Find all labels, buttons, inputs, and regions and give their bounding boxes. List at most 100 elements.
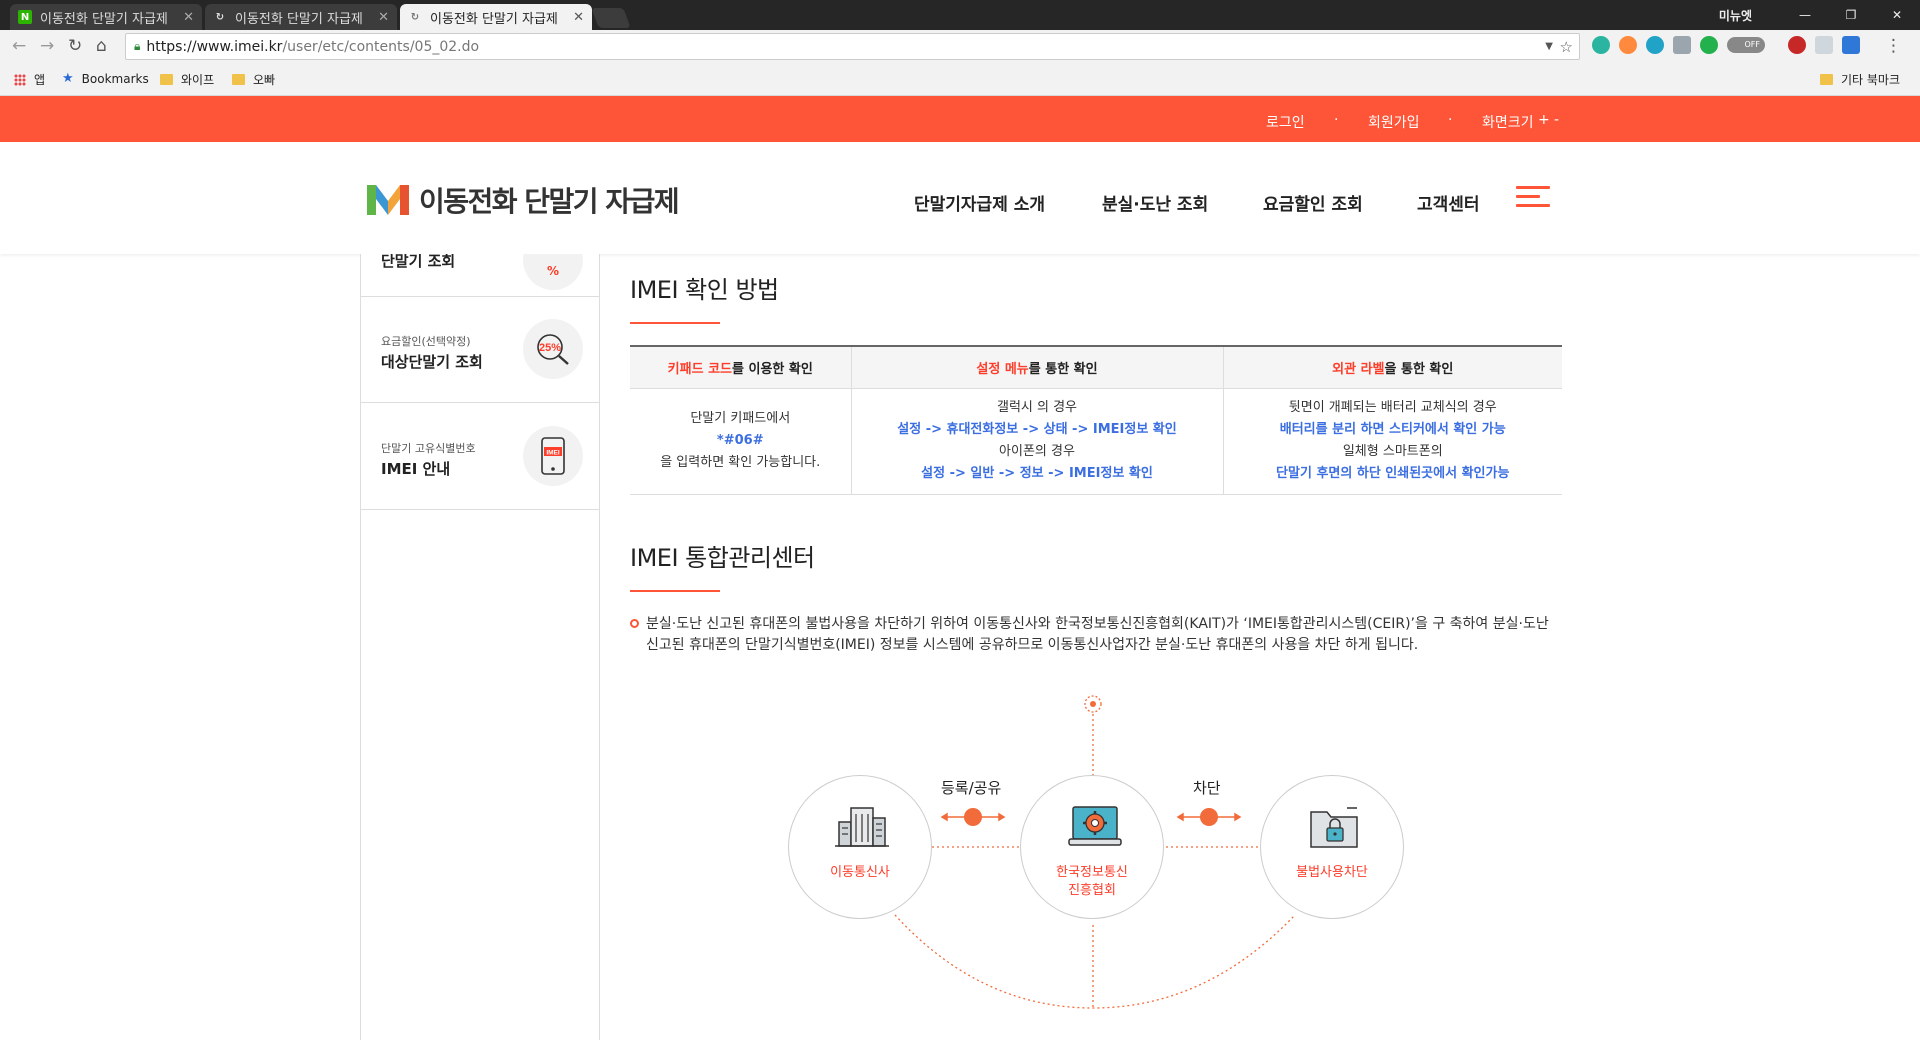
apps-bookmark[interactable]: 앱 — [14, 71, 45, 88]
folder-icon — [160, 74, 173, 85]
extension-red-icon[interactable] — [1788, 36, 1806, 54]
phone-search-icon: % — [523, 254, 583, 290]
node-block: 불법사용차단 — [1260, 775, 1404, 919]
naver-n-icon: N — [18, 10, 32, 24]
browser-tabstrip: N 이동전화 단말기 자급제 ✕ ↻ 이동전화 단말기 자급제 ✕ ↻ 이동전화… — [0, 0, 1920, 30]
browser-menu-icon[interactable]: ⋮ — [1885, 36, 1902, 56]
folder-other-bookmarks[interactable]: 기타 북마크 — [1820, 71, 1900, 88]
node-kait: 한국정보통신 진흥협회 — [1020, 775, 1164, 919]
download-icon[interactable] — [1673, 36, 1691, 54]
bookmarks-label: Bookmarks — [81, 71, 149, 86]
folder-brother[interactable]: 오빠 — [232, 71, 275, 88]
imei-phone-icon: IMEI — [523, 426, 583, 486]
node-label: 이동통신사 — [830, 865, 890, 880]
back-icon[interactable]: ← — [12, 36, 26, 56]
hamburger-menu-icon[interactable] — [1516, 186, 1550, 208]
title-underline — [630, 590, 720, 592]
utility-bar: 로그인 · 회원가입 · 화면크기 + - — [0, 96, 1920, 142]
building-icon — [835, 807, 889, 847]
sidebar-item-label: 대상단말기 조회 — [381, 353, 483, 371]
bullet-icon — [630, 619, 639, 628]
browser-toolbar: ← → ↻ ⌂ 🔒︎ https://www.imei.kr/user/etc/… — [0, 30, 1920, 64]
svg-text:25%: 25% — [539, 342, 561, 354]
svg-text:IMEI: IMEI — [546, 450, 560, 457]
imei-code: *#06# — [716, 433, 764, 448]
folder-icon — [1820, 74, 1833, 85]
apps-grid-icon — [14, 73, 26, 86]
zoom-out-button[interactable]: - — [1554, 112, 1559, 128]
close-window-icon[interactable]: ✕ — [1874, 8, 1920, 22]
locked-folder-icon — [1310, 807, 1358, 848]
imei-method-table: 키패드 코드를 이용한 확인 설정 메뉴를 통한 확인 외관 라벨을 통한 확인… — [630, 345, 1562, 495]
sidebar-item-label: 단말기 조회 — [381, 254, 456, 270]
bookmarks-bar: 앱 ★ Bookmarks 와이프 오빠 기타 북마크 — [0, 64, 1920, 96]
reload-icon[interactable]: ↻ — [68, 36, 82, 56]
home-icon[interactable]: ⌂ — [96, 36, 107, 56]
sidebar: 단말기 조회 % 요금할인(선택약정) 대상단말기 조회 25% 단말기 고유식… — [360, 254, 600, 1040]
separator: · — [1334, 112, 1339, 128]
login-link[interactable]: 로그인 — [1266, 112, 1305, 132]
new-tab-button[interactable] — [591, 8, 631, 28]
browser-tab-1[interactable]: N 이동전화 단말기 자급제 ✕ — [10, 4, 202, 30]
nav-customer-center[interactable]: 고객센터 — [1417, 190, 1480, 215]
bookmarks-item[interactable]: ★ Bookmarks — [62, 71, 149, 86]
folder-label: 와이프 — [181, 73, 215, 87]
profile-name[interactable]: 미뉴엣 — [1719, 7, 1752, 24]
cast-icon[interactable] — [1815, 36, 1833, 54]
table-cell-settings: 갤럭시 의 경우 설정 -> 휴대전화정보 -> 상태 -> IMEI정보 확인… — [850, 388, 1223, 495]
browser-tab-3-active[interactable]: ↻ 이동전화 단말기 자급제 ✕ — [400, 4, 592, 30]
bookmark-star-icon[interactable]: ☆ — [1560, 38, 1573, 56]
table-header-settings: 설정 메뉴를 통한 확인 — [850, 346, 1223, 389]
node-label-line2: 진흥협회 — [1068, 883, 1116, 898]
site-logo[interactable]: 이동전화 단말기 자급제 — [367, 180, 680, 220]
toggle-switch[interactable]: OFF — [1727, 37, 1765, 53]
headphones-icon[interactable] — [1646, 36, 1664, 54]
zoom-label: 화면크기 — [1482, 115, 1534, 131]
browser-tab-2[interactable]: ↻ 이동전화 단말기 자급제 ✕ — [205, 4, 397, 30]
star-icon: ★ — [62, 71, 74, 86]
extension-c-icon[interactable] — [1619, 36, 1637, 54]
forward-icon[interactable]: → — [40, 36, 54, 56]
tab-title: 이동전화 단말기 자급제 — [40, 11, 168, 27]
nav-lost-stolen[interactable]: 분실·도난 조회 — [1102, 190, 1208, 215]
section-title-imei-method: IMEI 확인 방법 — [630, 276, 779, 304]
close-tab-icon[interactable]: ✕ — [378, 10, 389, 25]
minimize-icon[interactable]: — — [1782, 8, 1828, 22]
table-cell-keypad: 단말기 키패드에서 *#06# 을 입력하면 확인 가능합니다. — [630, 388, 851, 495]
close-tab-icon[interactable]: ✕ — [573, 10, 584, 25]
discount-search-icon: 25% — [523, 319, 583, 379]
folder-wife[interactable]: 와이프 — [160, 71, 214, 88]
laptop-gear-icon — [1068, 806, 1122, 846]
nav-discount[interactable]: 요금할인 조회 — [1263, 190, 1363, 215]
table-cell-label: 뒷면이 개폐되는 배터리 교체식의 경우 배터리를 분리 하면 스티커에서 확인… — [1222, 388, 1562, 495]
sidebar-item-device-search[interactable]: 단말기 조회 % — [361, 254, 600, 297]
close-tab-icon[interactable]: ✕ — [183, 10, 194, 25]
imei-center-diagram: 등록/공유 차단 이동통신사 한국정보통신 진흥협회 불법사용차단 — [780, 690, 1420, 1020]
dropdown-icon[interactable]: ▼ — [1545, 41, 1553, 52]
address-bar[interactable]: 🔒︎ https://www.imei.kr/user/etc/contents… — [125, 33, 1580, 60]
tab-title: 이동전화 단말기 자급제 — [235, 11, 363, 27]
folder-icon — [232, 74, 245, 85]
power-icon[interactable] — [1700, 36, 1718, 54]
sidebar-item-discount[interactable]: 요금할인(선택약정) 대상단말기 조회 25% — [361, 297, 600, 403]
logo-m-icon — [367, 185, 409, 215]
separator: · — [1448, 112, 1453, 128]
join-link[interactable]: 회원가입 — [1368, 112, 1420, 132]
new-extension-icon[interactable] — [1842, 36, 1860, 54]
sidebar-item-imei[interactable]: 단말기 고유식별번호 IMEI 안내 IMEI — [361, 404, 600, 510]
node-label: 불법사용차단 — [1296, 865, 1368, 880]
window-controls: 미뉴엣 — ❐ ✕ — [1719, 0, 1920, 30]
nav-intro[interactable]: 단말기자급제 소개 — [914, 190, 1045, 215]
sidebar-item-sublabel: 단말기 고유식별번호 — [381, 442, 476, 455]
logo-text: 이동전화 단말기 자급제 — [419, 185, 680, 218]
restore-icon[interactable]: ❐ — [1828, 8, 1874, 22]
zoom-in-button[interactable]: + — [1538, 112, 1550, 128]
url-path: /user/etc/contents/05_02.do — [282, 38, 480, 55]
node-carrier: 이동통신사 — [788, 775, 932, 919]
tab-title: 이동전화 단말기 자급제 — [430, 11, 558, 27]
spinner-icon: ↻ — [410, 11, 420, 23]
register-share-label: 등록/공유 — [941, 779, 1002, 797]
extension-icons: OFF — [1592, 36, 1860, 54]
apps-label: 앱 — [34, 73, 46, 87]
extension-mascot-icon[interactable] — [1592, 36, 1610, 54]
